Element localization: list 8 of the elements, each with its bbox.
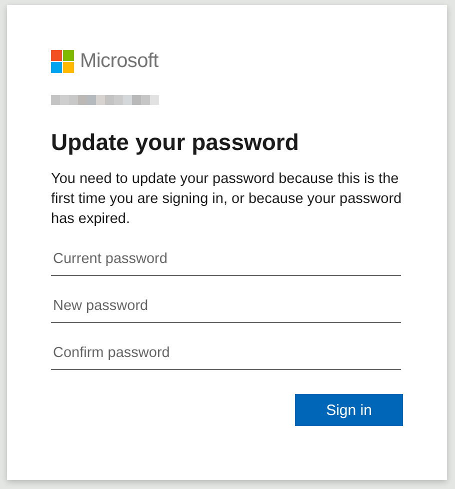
message-text: You need to update your password because this is the first time you are signing in, or because your password has expired. [51, 170, 403, 229]
page-title: Update your password [51, 128, 300, 157]
password-field[interactable]: New password [51, 292, 401, 323]
brand-name: Microsoft [80, 50, 158, 72]
password-field[interactable]: Current password [51, 245, 401, 276]
sign-in-button[interactable]: Sign in [295, 394, 403, 426]
four-squares-logo-icon [51, 50, 74, 72]
password-field[interactable]: Confirm password [51, 339, 401, 370]
